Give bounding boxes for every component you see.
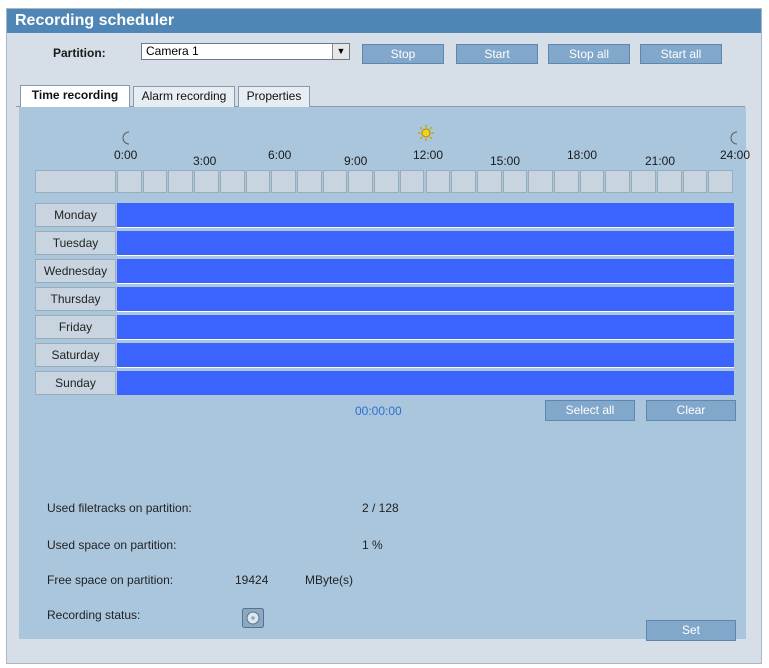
partition-value: Camera 1 — [146, 44, 199, 58]
tab-alarm-recording[interactable]: Alarm recording — [133, 86, 235, 107]
hour-column-header[interactable] — [451, 170, 476, 193]
hour-column-header[interactable] — [605, 170, 631, 193]
day-label-monday[interactable]: Monday — [35, 203, 116, 227]
tab-properties[interactable]: Properties — [238, 86, 310, 107]
filetracks-value: 2 / 128 — [362, 501, 399, 515]
row-divider — [117, 339, 734, 340]
free-space-label: Free space on partition: — [47, 573, 174, 587]
hour-column-header[interactable] — [579, 170, 605, 193]
hour-label: 12:00 — [413, 148, 444, 162]
sun-icon — [418, 125, 434, 141]
moon-icon — [122, 131, 130, 145]
hour-label: 9:00 — [344, 154, 368, 168]
hour-column-header[interactable] — [374, 170, 399, 193]
schedule-row-sunday[interactable] — [117, 371, 734, 395]
hour-column-header[interactable] — [271, 170, 296, 193]
hour-label: 24:00 — [720, 148, 751, 162]
stop-all-button[interactable]: Stop all — [548, 44, 630, 64]
select-all-button[interactable]: Select all — [545, 400, 635, 421]
partition-label: Partition: — [53, 46, 106, 60]
hour-label: 6:00 — [268, 148, 292, 162]
day-label-tuesday[interactable]: Tuesday — [35, 231, 116, 255]
day-label-friday[interactable]: Friday — [35, 315, 116, 339]
hour-column-header[interactable] — [631, 170, 656, 193]
free-space-unit: MByte(s) — [305, 573, 353, 587]
hour-column-header[interactable] — [117, 170, 142, 193]
partition-select[interactable]: Camera 1 ▼ — [141, 43, 350, 60]
hour-column-header[interactable] — [554, 170, 579, 193]
schedule-row-thursday[interactable] — [117, 287, 734, 312]
hour-column-header[interactable] — [168, 170, 194, 193]
start-all-button[interactable]: Start all — [640, 44, 722, 64]
recording-status-label: Recording status: — [47, 608, 141, 622]
hour-column-header[interactable] — [708, 170, 733, 193]
clear-button[interactable]: Clear — [646, 400, 736, 421]
chevron-down-icon[interactable]: ▼ — [332, 44, 349, 59]
day-label-thursday[interactable]: Thursday — [35, 287, 116, 311]
used-space-label: Used space on partition: — [47, 538, 177, 552]
row-divider — [117, 227, 734, 228]
hour-column-header[interactable] — [348, 170, 374, 193]
schedule-row-saturday[interactable] — [117, 343, 734, 368]
day-label-saturday[interactable]: Saturday — [35, 343, 116, 367]
free-space-value: 19424 — [235, 573, 269, 587]
set-button[interactable]: Set — [646, 620, 736, 641]
hour-label: 15:00 — [490, 154, 521, 168]
schedule-row-tuesday[interactable] — [117, 231, 734, 256]
hour-label: 0:00 — [114, 148, 138, 162]
hour-column-header[interactable] — [245, 170, 271, 193]
hour-column-header[interactable] — [296, 170, 322, 193]
hour-column-header[interactable] — [682, 170, 708, 193]
stop-button[interactable]: Stop — [362, 44, 444, 64]
hour-column-header[interactable] — [142, 170, 168, 193]
hour-column-header[interactable] — [399, 170, 425, 193]
hour-column-header[interactable] — [656, 170, 682, 193]
day-label-wednesday[interactable]: Wednesday — [35, 259, 116, 283]
filetracks-label: Used filetracks on partition: — [47, 501, 192, 515]
hour-label: 3:00 — [193, 154, 217, 168]
row-divider — [117, 255, 734, 256]
hour-column-header[interactable] — [194, 170, 219, 193]
used-space-value: 1 % — [362, 538, 383, 552]
day-label-sunday[interactable]: Sunday — [35, 371, 116, 395]
schedule-header-row — [35, 170, 735, 194]
schedule-row-monday[interactable] — [117, 203, 734, 228]
schedule-row-wednesday[interactable] — [117, 259, 734, 284]
disk-status-icon — [242, 608, 264, 628]
row-divider — [117, 283, 734, 284]
schedule-row-friday[interactable] — [117, 315, 734, 340]
row-divider — [117, 311, 734, 312]
hour-column-header[interactable] — [219, 170, 245, 193]
hour-label: 18:00 — [567, 148, 598, 162]
tab-time-recording[interactable]: Time recording — [20, 85, 130, 107]
hour-column-header[interactable] — [425, 170, 451, 193]
page-title: Recording scheduler — [15, 12, 175, 29]
row-divider — [117, 367, 734, 368]
hour-label: 21:00 — [645, 154, 676, 168]
title-bar: Recording scheduler — [7, 9, 761, 33]
hour-column-header[interactable] — [528, 170, 554, 193]
hour-column-header[interactable] — [322, 170, 348, 193]
start-button[interactable]: Start — [456, 44, 538, 64]
cursor-time: 00:00:00 — [355, 404, 402, 418]
moon-icon — [730, 131, 738, 145]
hour-column-header[interactable] — [476, 170, 502, 193]
header-corner-cell[interactable] — [35, 170, 116, 193]
hour-column-header[interactable] — [502, 170, 528, 193]
